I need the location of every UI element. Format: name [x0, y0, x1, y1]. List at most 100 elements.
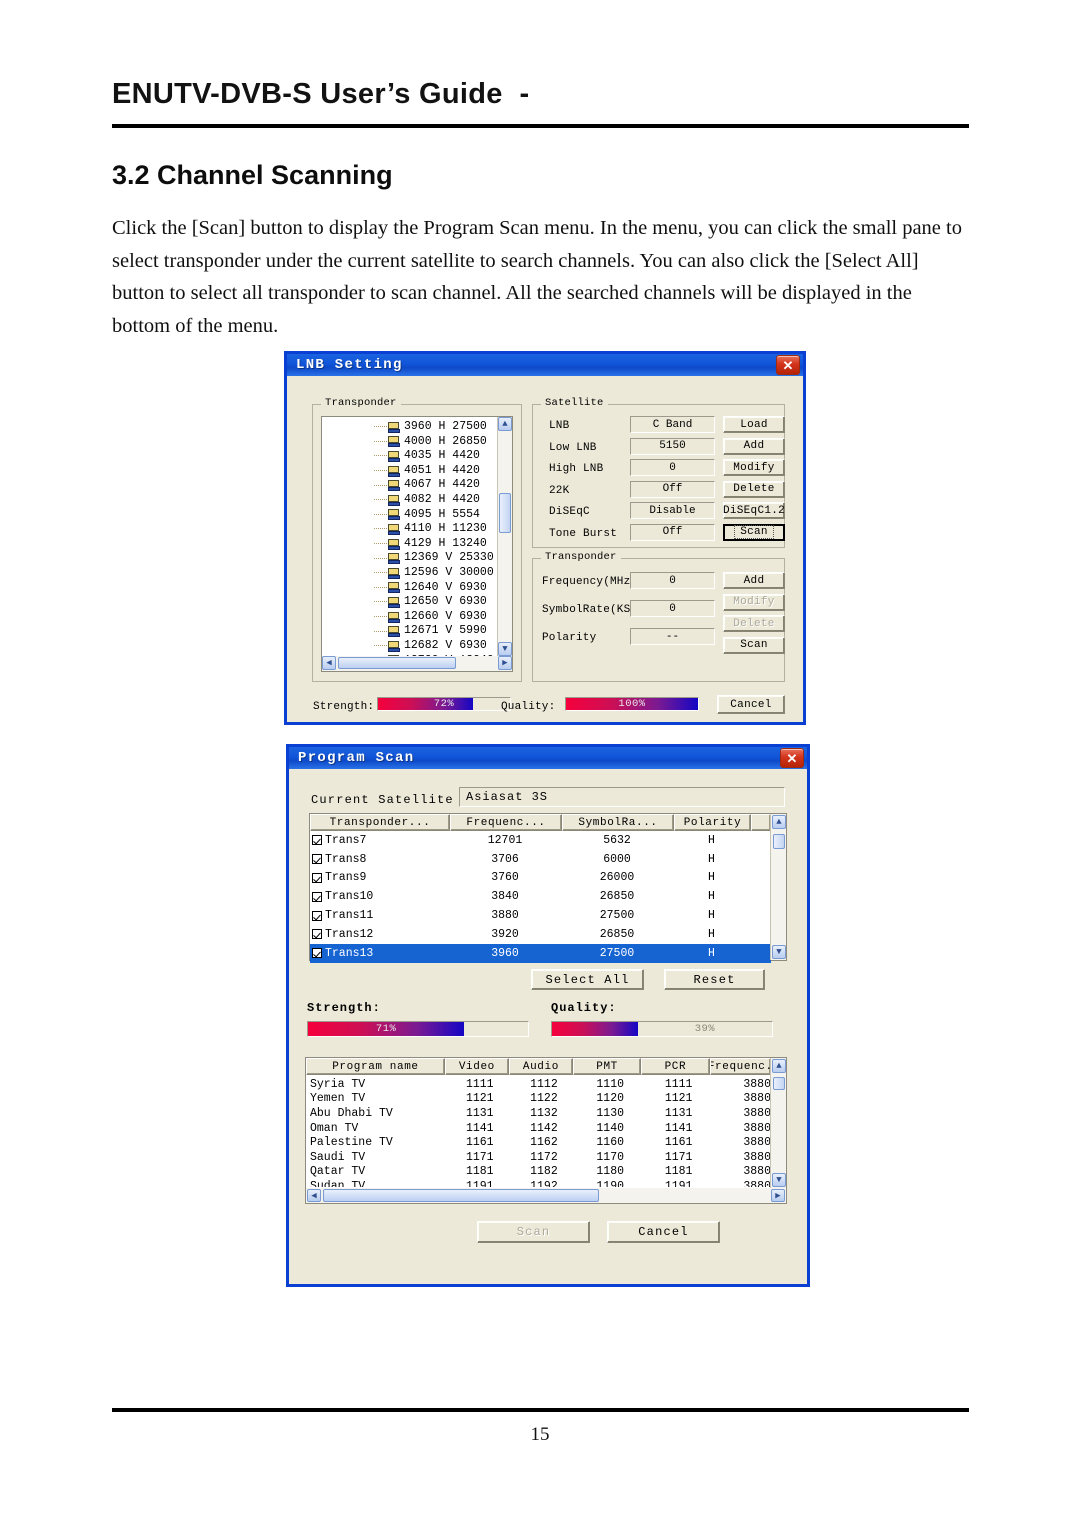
tp-modify-button[interactable]: Modify	[723, 593, 785, 611]
table-row[interactable]: Abu Dhabi TV 1131 1132 1130 1131 3880	[308, 1106, 771, 1121]
row-checkbox[interactable]	[312, 872, 322, 883]
program-column-header[interactable]: PMT	[572, 1058, 642, 1075]
table-row[interactable]: Trans7 12701 5632 H	[310, 831, 771, 850]
ps-cancel-button[interactable]: Cancel	[607, 1221, 720, 1243]
current-satellite-value[interactable]: Asiasat 3S	[459, 787, 785, 807]
transponder-tree-item[interactable]: 12640 V 6930	[374, 581, 494, 596]
transponder-tree-item[interactable]: 12650 V 6930	[374, 595, 494, 610]
satellite-add-button[interactable]: Add	[723, 437, 785, 455]
table-row[interactable]: Saudi TV 1171 1172 1170 1171 3880	[308, 1150, 771, 1165]
reset-button[interactable]: Reset	[664, 969, 765, 990]
satellite-diseqc1-2-button[interactable]: DiSEqC1.2	[723, 502, 785, 519]
transponder-listbox[interactable]: 3960 H 27500 4000 H 26850 4035 H 4420 4051 …	[321, 416, 513, 672]
scroll-up-icon[interactable]: ▲	[498, 417, 512, 431]
scroll-up-icon[interactable]: ▲	[772, 1059, 786, 1073]
transponder-tree-item[interactable]: 12682 V 6930	[374, 639, 494, 654]
row-checkbox[interactable]	[312, 910, 322, 921]
transponder-column-header[interactable]: Frequenc...	[450, 814, 562, 831]
close-icon[interactable]: ✕	[780, 748, 804, 768]
program-column-header[interactable]: Frequenc.	[709, 1058, 772, 1075]
scroll-left-icon[interactable]: ◀	[307, 1189, 321, 1202]
ps-titlebar[interactable]: Program Scan ✕	[289, 747, 807, 769]
transponder-tree-item[interactable]: 4082 H 4420	[374, 493, 494, 508]
transponder-column-header[interactable]: Transponder...	[310, 814, 450, 831]
close-icon[interactable]: ✕	[776, 355, 800, 375]
satellite-field-value[interactable]: Off	[630, 480, 715, 498]
satellite-modify-button[interactable]: Modify	[723, 459, 785, 476]
program-column-header[interactable]: Program name	[306, 1058, 445, 1075]
scroll-up-icon[interactable]: ▲	[772, 815, 786, 829]
ps-tp-vscroll-thumb[interactable]	[773, 834, 785, 849]
scroll-right-icon[interactable]: ▶	[771, 1189, 785, 1202]
transponder-vscrollbar[interactable]: ▲ ▼	[497, 417, 512, 656]
ps-pg-vscroll-thumb[interactable]	[773, 1077, 785, 1090]
row-checkbox[interactable]	[312, 948, 322, 959]
table-row[interactable]: Trans13 3960 27500 H	[310, 943, 771, 963]
table-row[interactable]: Palestine TV 1161 1162 1160 1161 3880	[308, 1135, 771, 1150]
table-row[interactable]: Sudan TV 1191 1192 1190 1191 3880	[308, 1179, 771, 1187]
tp-field-value[interactable]: --	[630, 628, 715, 645]
lnb-titlebar[interactable]: LNB Setting ✕	[287, 354, 803, 376]
select-all-button[interactable]: Select All	[531, 969, 644, 990]
transponder-tree-item[interactable]: 4000 H 26850	[374, 435, 494, 450]
tp-field-value[interactable]: 0	[630, 572, 715, 589]
program-column-header[interactable]: Audio	[508, 1058, 573, 1075]
table-row[interactable]: Oman TV 1141 1142 1140 1141 3880	[308, 1121, 771, 1136]
transponder-column-header[interactable]	[751, 814, 771, 831]
transponder-tree-item[interactable]: 4067 H 4420	[374, 478, 494, 493]
tp-field-value[interactable]: 0	[630, 600, 715, 617]
table-row[interactable]: Trans12 3920 26850 H	[310, 925, 771, 944]
table-row[interactable]: Qatar TV 1181 1182 1180 1181 3880	[308, 1165, 771, 1180]
row-checkbox[interactable]	[312, 929, 322, 940]
satellite-field-value[interactable]: 0	[630, 459, 715, 476]
table-row[interactable]: Yemen TV 1121 1122 1120 1121 3880	[308, 1092, 771, 1107]
scroll-down-icon[interactable]: ▼	[772, 1173, 786, 1187]
row-checkbox[interactable]	[312, 835, 322, 846]
scan-button[interactable]: Scan	[477, 1221, 590, 1243]
satellite-field-value[interactable]: C Band	[630, 416, 715, 433]
transponder-hscroll-thumb[interactable]	[338, 657, 456, 669]
transponder-tree-item[interactable]: 12369 V 25330	[374, 551, 494, 566]
scroll-left-icon[interactable]: ◀	[322, 656, 336, 670]
transponder-column-header[interactable]: Polarity	[674, 814, 751, 831]
row-checkbox[interactable]	[312, 854, 322, 865]
transponder-tree-item[interactable]: 4110 H 11230	[374, 522, 494, 537]
program-column-header[interactable]: Video	[444, 1058, 509, 1075]
table-row[interactable]: Syria TV 1111 1112 1110 1111 3880	[308, 1077, 771, 1092]
tp-add-button[interactable]: Add	[723, 572, 785, 589]
scroll-right-icon[interactable]: ▶	[498, 656, 512, 670]
transponder-tree-item[interactable]: 12671 V 5990	[374, 624, 494, 639]
transponder-tree-item[interactable]: 12660 V 6930	[374, 610, 494, 625]
transponder-tree-item[interactable]: 12596 V 30000	[374, 566, 494, 581]
ps-pg-vscrollbar[interactable]: ▲ ▼	[770, 1058, 786, 1188]
transponder-tree-item[interactable]: 4129 H 13240	[374, 537, 494, 552]
scroll-down-icon[interactable]: ▼	[498, 642, 512, 656]
table-row[interactable]: Trans11 3880 27500 H	[310, 906, 771, 925]
transponder-table-body[interactable]: Trans7 12701 5632 H Trans8 3706 6000 H Trans9 376…	[310, 831, 771, 963]
transponder-hscrollbar[interactable]: ◀ ▶	[322, 656, 512, 671]
tp-scan-button[interactable]: Scan	[723, 636, 785, 654]
transponder-column-header[interactable]: SymbolRa...	[562, 814, 674, 831]
transponder-tree-item[interactable]: 4035 H 4420	[374, 449, 494, 464]
tp-delete-button[interactable]: Delete	[723, 615, 785, 632]
satellite-scan-button[interactable]: Scan	[723, 523, 785, 541]
satellite-field-value[interactable]: 5150	[630, 437, 715, 455]
transponder-tree-item[interactable]: 3960 H 27500	[374, 420, 494, 435]
satellite-field-value[interactable]: Disable	[630, 502, 715, 519]
transponder-tree-item[interactable]: 4095 H 5554	[374, 508, 494, 523]
satellite-delete-button[interactable]: Delete	[723, 480, 785, 498]
transponder-vscroll-thumb[interactable]	[499, 493, 511, 533]
program-column-header[interactable]: PCR	[641, 1058, 710, 1075]
table-row[interactable]: Trans9 3760 26000 H	[310, 869, 771, 888]
lnb-cancel-button[interactable]: Cancel	[717, 695, 785, 714]
ps-pg-hscrollbar[interactable]: ◀ ▶	[306, 1188, 786, 1203]
transponder-tree[interactable]: 3960 H 27500 4000 H 26850 4035 H 4420 4051 …	[374, 420, 494, 668]
ps-pg-hscroll-thumb[interactable]	[323, 1189, 599, 1202]
table-row[interactable]: Trans8 3706 6000 H	[310, 850, 771, 869]
satellite-field-value[interactable]: Off	[630, 523, 715, 541]
row-checkbox[interactable]	[312, 891, 322, 902]
table-row[interactable]: Trans10 3840 26850 H	[310, 887, 771, 906]
ps-tp-vscrollbar[interactable]: ▲ ▼	[770, 814, 786, 960]
satellite-load-button[interactable]: Load	[723, 416, 785, 433]
program-table-body[interactable]: Syria TV 1111 1112 1110 1111 3880 Yemen TV 1121…	[308, 1077, 771, 1187]
